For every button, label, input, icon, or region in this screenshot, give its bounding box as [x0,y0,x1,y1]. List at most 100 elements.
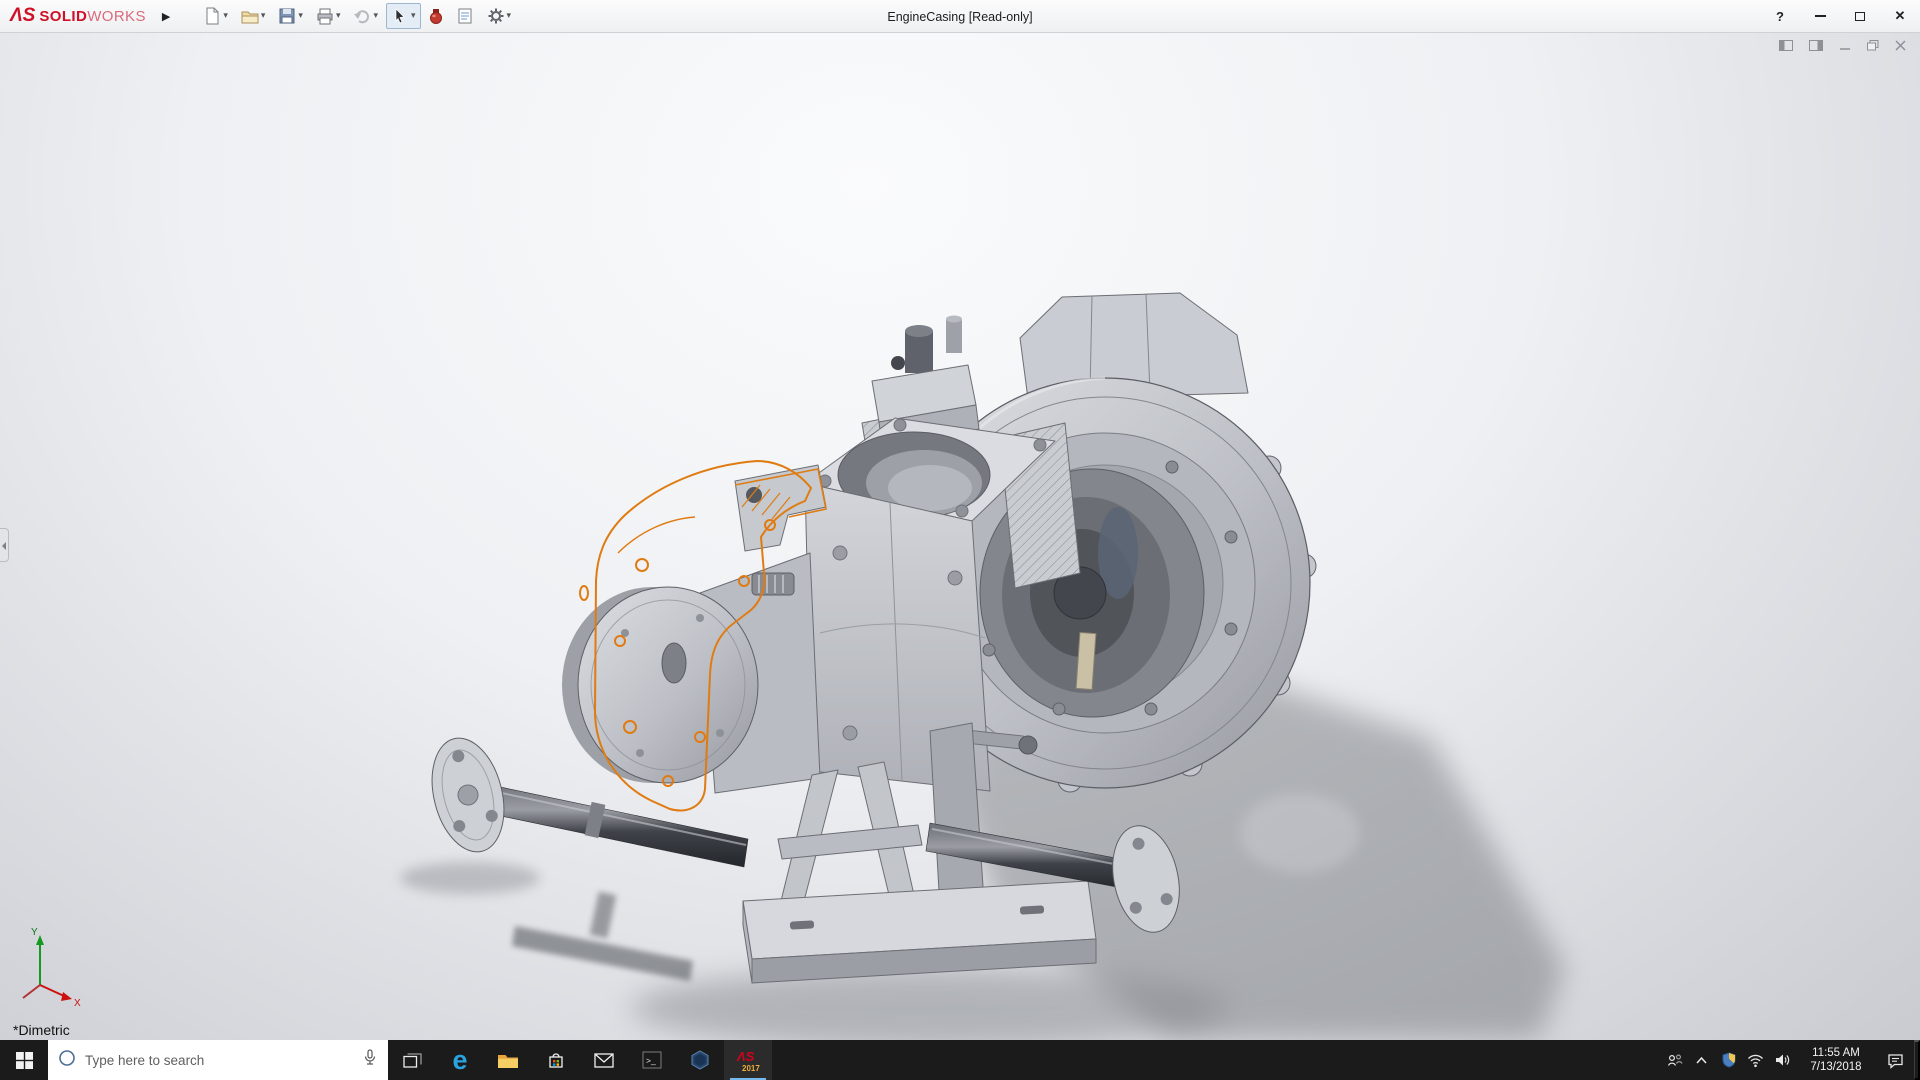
windows-logo-icon [15,1051,33,1069]
featuremanager-collapse-tab[interactable] [0,528,9,562]
graphics-area[interactable]: Y X *Dimetric [0,33,1920,1040]
dropdown-arrow-icon[interactable]: ▾ [298,11,303,21]
menu-flyout-button[interactable]: ▶ [158,8,174,25]
search-placeholder: Type here to search [85,1052,205,1068]
store-icon [549,1053,563,1068]
maximize-icon [1855,11,1865,21]
clock-date: 7/13/2018 [1810,1061,1862,1073]
taskbar-solidworks-button[interactable]: ΛS 2017 [724,1040,772,1080]
doc-dock-right-button[interactable] [1807,38,1825,53]
triad-y-label: Y [31,927,38,938]
windows-taskbar: Type here to search e >_ ΛS 2017 11:55 A… [0,1040,1920,1080]
open-folder-icon [241,7,259,25]
doc-minimize-button[interactable] [1837,38,1853,53]
solidworks-icon: ΛS2017 [736,1049,760,1073]
taskbar-terminal-button[interactable]: >_ [628,1040,676,1080]
dock-right-icon [1809,40,1823,51]
save-button[interactable]: ▾ [273,3,308,29]
dropdown-arrow-icon[interactable]: ▾ [373,11,378,21]
taskbar-mail-button[interactable] [580,1040,628,1080]
doc-restore-icon [1867,40,1879,51]
view-orientation-label: *Dimetric [13,1022,70,1038]
new-document-button[interactable]: ▾ [198,3,233,29]
start-button[interactable] [0,1040,48,1080]
show-desktop-button[interactable] [1914,1040,1920,1080]
document-window-controls [1777,38,1908,53]
window-controls: ? ✕ [1760,0,1920,32]
3d-scene[interactable]: Y X [0,33,1920,1040]
tray-network-button[interactable] [1742,1040,1769,1080]
save-icon [278,7,296,25]
dropdown-arrow-icon[interactable]: ▾ [261,11,266,21]
undo-icon [353,7,371,25]
hexagon-app-icon [691,1050,709,1070]
microphone-icon[interactable] [362,1049,378,1071]
brand-bold: SOLID [39,8,88,25]
dropdown-arrow-icon[interactable]: ▾ [223,11,228,21]
doc-close-icon [1895,40,1906,51]
appearance-button[interactable] [424,3,448,29]
dock-left-icon [1779,40,1793,51]
brand-light: WORKS [87,8,146,25]
print-icon [316,7,334,25]
options-button[interactable]: ▾ [482,3,517,29]
minimize-button[interactable] [1800,0,1840,32]
file-properties-button[interactable] [451,3,479,29]
close-button[interactable]: ✕ [1880,0,1920,32]
tray-people-button[interactable] [1661,1040,1688,1080]
file-properties-icon [456,7,474,25]
app-titlebar: ΛS SOLIDWORKS ▶ ▾ ▾ ▾ ▾ ▾ ▾ ▾ EngineCasi… [0,0,1920,33]
mail-icon [594,1052,614,1068]
open-button[interactable]: ▾ [236,3,271,29]
doc-minimize-icon [1840,48,1850,50]
maximize-button[interactable] [1840,0,1880,32]
search-icon [58,1049,76,1072]
volume-icon [1775,1054,1789,1066]
file-explorer-icon [498,1054,518,1068]
ds-logo-icon: ΛS [10,5,36,26]
solidworks-logo: ΛS SOLIDWORKS [0,5,146,27]
action-center-button[interactable] [1876,1040,1914,1080]
edge-icon: e [452,1044,468,1075]
doc-dock-left-button[interactable] [1777,38,1795,53]
taskbar-file-explorer-button[interactable] [484,1040,532,1080]
document-title: EngineCasing [Read-only] [887,9,1033,24]
new-document-icon [203,7,221,25]
dropdown-arrow-icon[interactable]: ▾ [336,11,341,21]
system-tray: 11:55 AM 7/13/2018 [1661,1040,1920,1080]
taskbar-store-button[interactable] [532,1040,580,1080]
doc-restore-button[interactable] [1865,38,1881,53]
appearance-icon [429,7,443,25]
orientation-triad[interactable]: Y X [22,927,81,1009]
help-button[interactable]: ? [1760,0,1800,32]
desktop: ΛS SOLIDWORKS ▶ ▾ ▾ ▾ ▾ ▾ ▾ ▾ EngineCasi… [0,0,1920,1080]
standard-toolbar: ▾ ▾ ▾ ▾ ▾ ▾ ▾ [198,3,516,29]
hidden-icons-button[interactable] [1688,1040,1715,1080]
triad-x-label: X [74,998,81,1009]
task-view-button[interactable] [388,1040,436,1080]
dropdown-arrow-icon[interactable]: ▾ [411,11,416,21]
security-shield-icon [1722,1052,1735,1068]
chevron-up-icon [1696,1056,1707,1064]
gear-icon [487,7,505,25]
select-tool-button[interactable]: ▾ [386,3,421,29]
tray-volume-button[interactable] [1769,1040,1796,1080]
taskbar-clock[interactable]: 11:55 AM 7/13/2018 [1796,1040,1876,1080]
tray-defender-button[interactable] [1715,1040,1742,1080]
task-view-icon [402,1052,422,1068]
minimize-icon [1814,15,1826,17]
doc-close-button[interactable] [1893,38,1908,53]
select-cursor-icon [391,7,409,25]
taskbar-edge-button[interactable]: e [436,1040,484,1080]
people-icon [1667,1054,1683,1066]
taskbar-search[interactable]: Type here to search [48,1040,388,1080]
undo-button[interactable]: ▾ [348,3,383,29]
clock-time: 11:55 AM [1812,1047,1860,1059]
svg-text:>_: >_ [646,1056,656,1066]
terminal-icon: >_ [642,1051,662,1069]
dropdown-arrow-icon[interactable]: ▾ [507,11,512,21]
svg-text:ΛS: ΛS [736,1049,755,1064]
taskbar-cad-app-button[interactable] [676,1040,724,1080]
print-button[interactable]: ▾ [311,3,346,29]
action-center-icon [1887,1053,1903,1069]
